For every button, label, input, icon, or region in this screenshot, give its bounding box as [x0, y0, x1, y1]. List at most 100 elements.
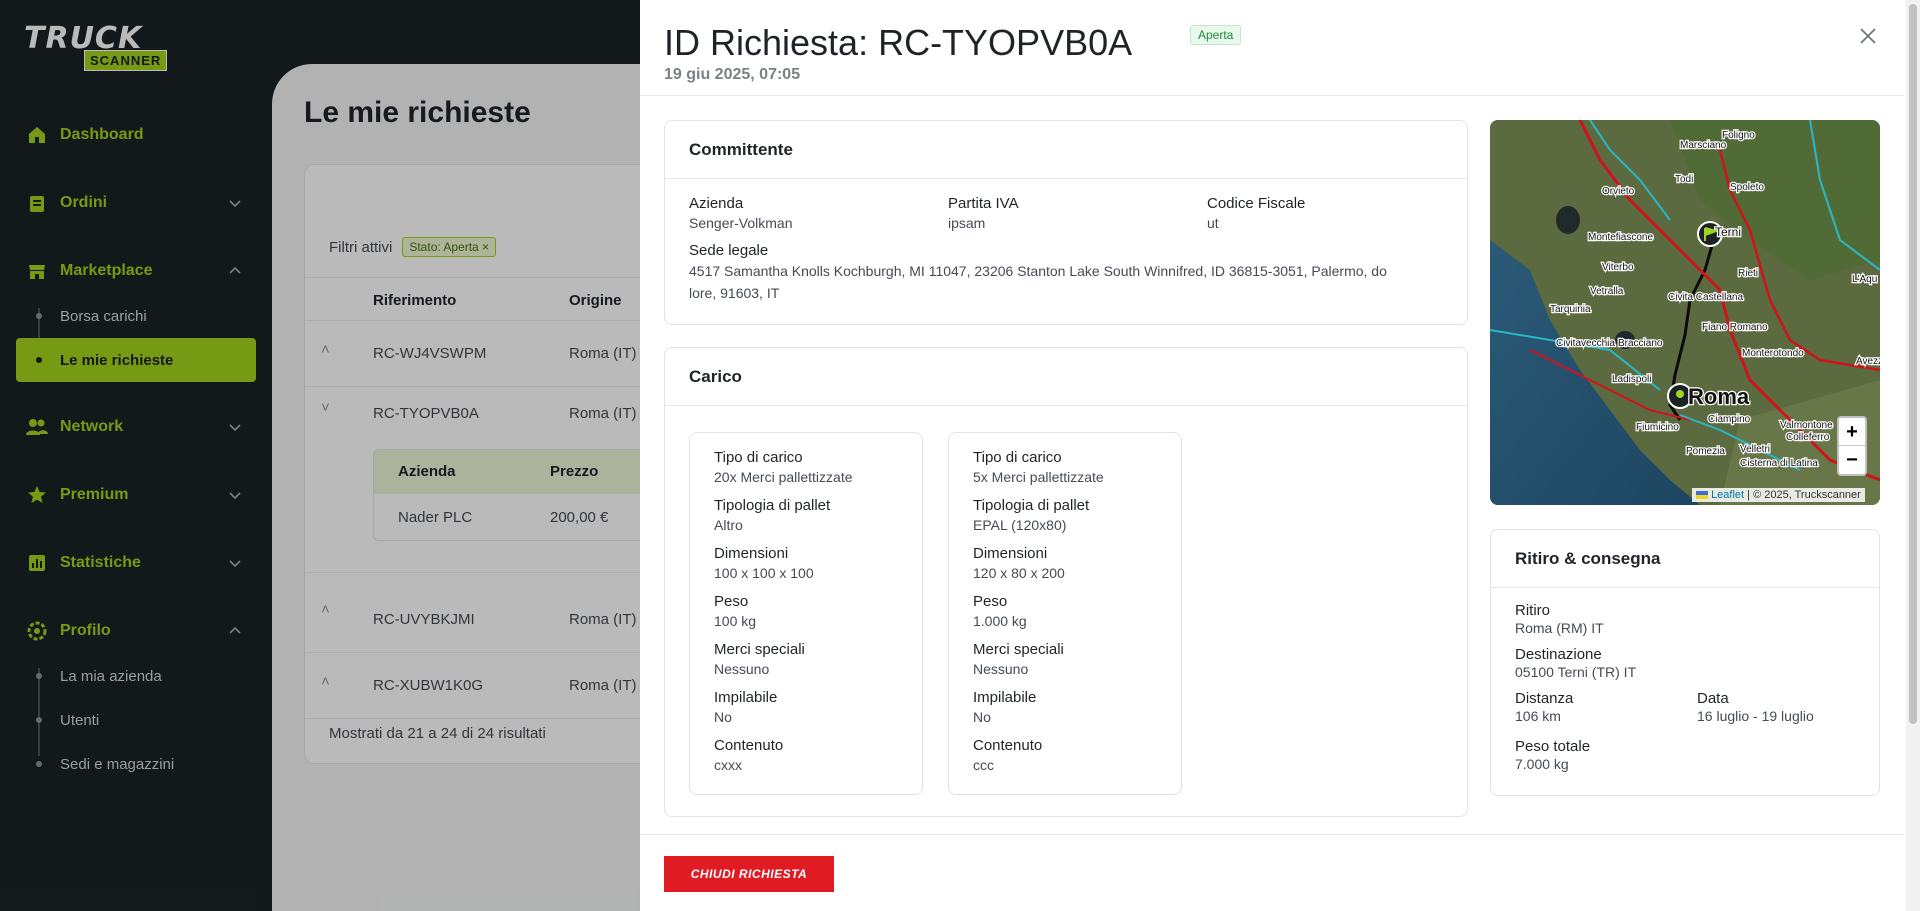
map-label: Monterotondo	[1742, 348, 1804, 359]
field-label: Contenuto	[714, 737, 784, 754]
field-value: 5x Merci pallettizzate	[973, 469, 1104, 485]
field-distanza: Distanza 106 km	[1515, 690, 1573, 724]
field-label: Data	[1697, 690, 1729, 707]
ritiro-consegna-card: Ritiro & consegna Ritiro Roma (RM) IT De…	[1490, 529, 1880, 796]
map-label: Velletri	[1740, 444, 1770, 455]
close-icon[interactable]	[1856, 24, 1880, 48]
map-label: Bracciano	[1618, 338, 1663, 349]
field-value: cxxx	[714, 757, 742, 773]
field-value: Roma (RM) IT	[1515, 620, 1604, 636]
field-label: Partita IVA	[948, 195, 1019, 212]
field-value: 100 x 100 x 100	[714, 565, 814, 581]
field-destinazione: Destinazione 05100 Terni (TR) IT	[1515, 646, 1636, 680]
cargo-field-pallet: Tipologia di pallet Altro	[714, 497, 898, 545]
map-label: Terni	[1715, 225, 1741, 239]
map-label: Fiano Romano	[1702, 322, 1768, 333]
map-label: Avezz	[1856, 356, 1880, 367]
field-label: Tipologia di pallet	[714, 497, 831, 514]
map-label: Cisterna di Latina	[1740, 458, 1818, 469]
request-title: ID Richiesta: RC-TYOPVB0A	[664, 22, 1133, 63]
map-label: Fiumicino	[1636, 422, 1679, 433]
map-label: Viterbo	[1602, 262, 1634, 273]
field-value: ut	[1207, 215, 1219, 231]
map-attribution: Leaflet | © 2025, Truckscanner	[1692, 488, 1865, 502]
cargo-field-contenuto: Contenuto ccc	[973, 737, 1157, 785]
map-label: Vetralla	[1590, 286, 1624, 297]
map-label: Tarquinia	[1550, 304, 1591, 315]
map-label: Todi	[1675, 174, 1693, 185]
field-label: Dimensioni	[714, 545, 789, 562]
cargo-field-pallet: Tipologia di pallet EPAL (120x80)	[973, 497, 1157, 545]
scrollbar-thumb[interactable]	[1909, 4, 1917, 724]
field-label: Azienda	[689, 195, 744, 212]
committente-heading: Committente	[665, 121, 1467, 179]
drawer-scrollbar[interactable]	[1906, 0, 1920, 911]
committente-card: Committente Azienda Senger-Volkman Parti…	[664, 120, 1468, 325]
field-label: Codice Fiscale	[1207, 195, 1306, 212]
field-label: Merci speciali	[714, 641, 805, 658]
drawer-header: ID Richiesta: RC-TYOPVB0A Aperta 19 giu …	[640, 0, 1904, 96]
field-value: No	[714, 709, 732, 725]
map-label: Ladispoli	[1612, 374, 1651, 385]
cargo-item-1: Tipo di carico 20x Merci pallettizzate Ti…	[689, 432, 923, 795]
field-label: Tipo di carico	[714, 449, 803, 466]
map-label: Pomezia	[1686, 446, 1725, 457]
field-value: EPAL (120x80)	[973, 517, 1067, 533]
map-label: Orvieto	[1602, 186, 1635, 197]
field-value: No	[973, 709, 991, 725]
zoom-out-button[interactable]: −	[1839, 446, 1865, 474]
cargo-item-2: Tipo di carico 5x Merci pallettizzate Tip…	[948, 432, 1182, 795]
cargo-field-tipo: Tipo di carico 5x Merci pallettizzate	[973, 449, 1157, 497]
field-value: ccc	[973, 757, 994, 773]
map-label: Colleferro	[1786, 432, 1830, 443]
field-codice-fiscale: Codice Fiscale ut	[1207, 195, 1305, 231]
cargo-field-tipo: Tipo di carico 20x Merci pallettizzate	[714, 449, 898, 497]
zoom-in-button[interactable]: +	[1839, 418, 1865, 446]
field-value: 05100 Terni (TR) IT	[1515, 664, 1637, 680]
field-label: Ritiro	[1515, 602, 1551, 619]
carico-card: Carico Tipo di carico 20x Merci pallettiz…	[664, 347, 1468, 817]
map-label: Marsciano	[1680, 140, 1727, 151]
field-label: Sede legale	[689, 242, 769, 259]
request-detail-drawer: ID Richiesta: RC-TYOPVB0A Aperta 19 giu …	[640, 0, 1920, 911]
field-label: Tipo di carico	[973, 449, 1062, 466]
field-label: Dimensioni	[973, 545, 1048, 562]
map-label: Ciampino	[1708, 414, 1751, 425]
cargo-field-speciali: Merci speciali Nessuno	[973, 641, 1157, 689]
map-label: L'Aqu	[1852, 274, 1877, 285]
map-label: Foligno	[1722, 130, 1755, 141]
route-map[interactable]: Foligno Marsciano Todi Spoleto Orvieto M…	[1490, 120, 1880, 505]
field-value: Nessuno	[973, 661, 1029, 677]
field-value: Senger-Volkman	[689, 215, 793, 231]
field-value: 100 kg	[714, 613, 757, 629]
field-label: Merci speciali	[973, 641, 1064, 658]
cargo-field-peso: Peso 100 kg	[714, 593, 898, 641]
field-value: 16 luglio - 19 luglio	[1697, 708, 1814, 724]
field-value: 106 km	[1515, 708, 1561, 724]
field-value: Nessuno	[714, 661, 770, 677]
request-date: 19 giu 2025, 07:05	[664, 66, 801, 83]
field-ritiro: Ritiro Roma (RM) IT	[1515, 602, 1604, 636]
cargo-field-contenuto: Contenuto cxxx	[714, 737, 898, 785]
map-label-roma: Roma	[1688, 384, 1750, 409]
cargo-field-speciali: Merci speciali Nessuno	[714, 641, 898, 689]
field-label: Peso	[714, 593, 749, 610]
field-value-line2: lore, 91603, IT	[689, 285, 780, 301]
field-label: Distanza	[1515, 690, 1574, 707]
cargo-field-dimensioni: Dimensioni 120 x 80 x 200	[973, 545, 1157, 593]
cargo-field-peso: Peso 1.000 kg	[973, 593, 1157, 641]
drawer-footer: CHIUDI RICHIESTA	[640, 834, 1904, 911]
attribution-text: | © 2025, Truckscanner	[1744, 489, 1861, 501]
leaflet-link[interactable]: Leaflet	[1711, 489, 1744, 501]
field-label: Peso	[973, 593, 1008, 610]
map-zoom-control: + −	[1837, 416, 1867, 476]
field-label: Destinazione	[1515, 646, 1602, 663]
cargo-field-impilabile: Impilabile No	[973, 689, 1157, 737]
close-request-button[interactable]: CHIUDI RICHIESTA	[664, 856, 834, 892]
field-value: 120 x 80 x 200	[973, 565, 1065, 581]
field-label: Impilabile	[714, 689, 778, 706]
field-label: Tipologia di pallet	[973, 497, 1090, 514]
field-value: 20x Merci pallettizzate	[714, 469, 853, 485]
map-label: Valmontone	[1780, 420, 1833, 431]
cargo-field-impilabile: Impilabile No	[714, 689, 898, 737]
